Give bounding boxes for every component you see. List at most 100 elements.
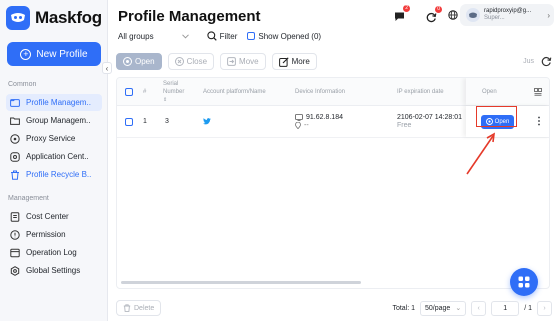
- sidebar-item-permission[interactable]: Permission: [6, 226, 102, 243]
- sidebar-item-operation-log[interactable]: Operation Log: [6, 244, 102, 261]
- page-input[interactable]: 1: [491, 300, 520, 316]
- main-content: Profile Management 0 EN 2 rapidproxyip@g…: [108, 0, 554, 321]
- next-page-button[interactable]: ›: [537, 300, 552, 316]
- move-button[interactable]: Move: [220, 53, 266, 70]
- header-serial-label: Serial Number: [163, 80, 185, 95]
- filter-button[interactable]: Filter: [206, 31, 237, 41]
- new-profile-label: New Profile: [36, 48, 88, 60]
- close-circle-icon: [174, 57, 184, 66]
- proxy-icon: [10, 133, 20, 144]
- device-icon: [295, 114, 303, 121]
- filter-icon: [206, 31, 217, 41]
- close-button[interactable]: Close: [167, 53, 215, 70]
- collapse-sidebar-button[interactable]: ‹: [102, 62, 112, 74]
- header-device: Device Information: [295, 88, 346, 95]
- page-total: / 1: [524, 304, 532, 312]
- header-expiration: IP expiration date: [397, 88, 444, 95]
- expiration-info: 2106-02-07 14:28:01 Free: [397, 106, 462, 137]
- table-header: # Serial Number ⇕ Account platform/Name …: [117, 78, 549, 106]
- application-icon: [10, 151, 20, 162]
- plus-icon: +: [20, 48, 32, 60]
- grid-icon: [518, 276, 530, 288]
- sync-button[interactable]: 0: [426, 6, 442, 28]
- checkbox-icon: [247, 32, 256, 40]
- messages-button[interactable]: 2: [394, 5, 410, 27]
- section-management: Management: [8, 195, 49, 202]
- sidebar-item-proxy-service[interactable]: Proxy Service: [6, 130, 102, 147]
- more-button[interactable]: More: [271, 53, 317, 70]
- sidebar-item-application-center[interactable]: Application Cent..: [6, 148, 102, 165]
- page-size-select[interactable]: 50/page ⌄: [420, 300, 467, 316]
- highlight-box: [476, 106, 517, 127]
- sidebar-item-label: Global Settings: [26, 266, 81, 275]
- sidebar-item-label: Proxy Service: [26, 134, 76, 143]
- trash-icon: [11, 170, 19, 180]
- avatar: [466, 8, 480, 22]
- prev-page-button[interactable]: ‹: [471, 300, 487, 316]
- message-badge: 2: [403, 5, 410, 12]
- select-all-checkbox[interactable]: [125, 78, 133, 105]
- new-profile-button[interactable]: + New Profile: [7, 42, 101, 66]
- row-checkbox[interactable]: [125, 106, 133, 137]
- sidebar-item-cost-center[interactable]: Cost Center: [6, 208, 102, 225]
- sort-icon: ⇕: [163, 96, 168, 103]
- move-label: Move: [239, 57, 259, 66]
- brand[interactable]: Maskfog: [6, 6, 102, 30]
- user-menu[interactable]: rapidproxyip@g... Super... ›: [460, 4, 554, 26]
- cost-icon: [10, 211, 20, 222]
- globe-icon: [448, 10, 458, 20]
- expiration-date: 2106-02-07 14:28:01: [397, 113, 462, 121]
- trash-icon: [123, 304, 131, 312]
- sidebar-item-group-management[interactable]: Group Managem..: [6, 112, 102, 129]
- header-sticky: Open: [466, 78, 549, 105]
- header-index: #: [143, 88, 147, 95]
- chevron-down-icon: [181, 33, 189, 39]
- log-icon: [10, 248, 20, 257]
- sidebar-item-global-settings[interactable]: Global Settings: [6, 262, 102, 279]
- page-value: 1: [503, 304, 508, 312]
- device-info: 91.62.8.184 --: [295, 106, 343, 137]
- chevron-down-icon: ⌄: [455, 305, 462, 312]
- row-index: 1: [143, 118, 147, 125]
- horizontal-scrollbar[interactable]: [121, 281, 361, 284]
- more-options-icon[interactable]: ⋮: [534, 106, 544, 137]
- folder-icon: [10, 99, 20, 107]
- truncated-label: Jus: [523, 58, 534, 65]
- header-open: Open: [482, 88, 497, 95]
- group-select[interactable]: All groups: [118, 32, 189, 41]
- expiration-status: Free: [397, 121, 412, 129]
- delete-button[interactable]: Delete: [116, 300, 162, 316]
- more-label: More: [291, 57, 310, 66]
- section-common: Common: [8, 81, 37, 88]
- sync-icon: [426, 12, 437, 23]
- page-size-value: 50/page: [425, 304, 451, 312]
- delete-label: Delete: [134, 304, 155, 312]
- page-title: Profile Management: [118, 8, 261, 25]
- annotation-arrow-icon: [466, 132, 495, 175]
- sidebar-item-profile-recycle-bin[interactable]: Profile Recycle B..: [6, 166, 102, 183]
- header-account: Account platform/Name: [203, 88, 266, 95]
- sidebar-item-profile-management[interactable]: Profile Managem..: [6, 94, 102, 111]
- move-icon: [227, 57, 236, 66]
- chevron-right-icon: ›: [547, 10, 550, 20]
- location-icon: [295, 122, 301, 129]
- column-settings-icon[interactable]: [534, 78, 542, 105]
- user-avatar-icon: [469, 12, 477, 18]
- sidebar-item-label: Group Managem..: [26, 116, 91, 125]
- message-icon: [395, 12, 404, 21]
- header-serial[interactable]: Serial Number ⇕: [163, 78, 185, 105]
- row-serial: 3: [165, 118, 169, 125]
- checkbox-icon: [125, 87, 133, 96]
- refresh-icon[interactable]: [541, 56, 552, 67]
- maskfog-logo-icon: [6, 6, 30, 30]
- sidebar-item-label: Permission: [26, 230, 66, 239]
- open-button[interactable]: Open: [116, 53, 162, 70]
- sidebar-item-label: Application Cent..: [26, 152, 89, 161]
- show-opened-checkbox[interactable]: Show Opened (0): [247, 32, 321, 41]
- sidebar-item-label: Profile Recycle B..: [26, 170, 92, 179]
- settings-icon: [10, 265, 20, 276]
- sidebar-item-label: Operation Log: [26, 248, 77, 257]
- device-location: --: [304, 121, 309, 129]
- brand-name: Maskfog: [35, 8, 102, 27]
- apps-fab-button[interactable]: [510, 268, 538, 296]
